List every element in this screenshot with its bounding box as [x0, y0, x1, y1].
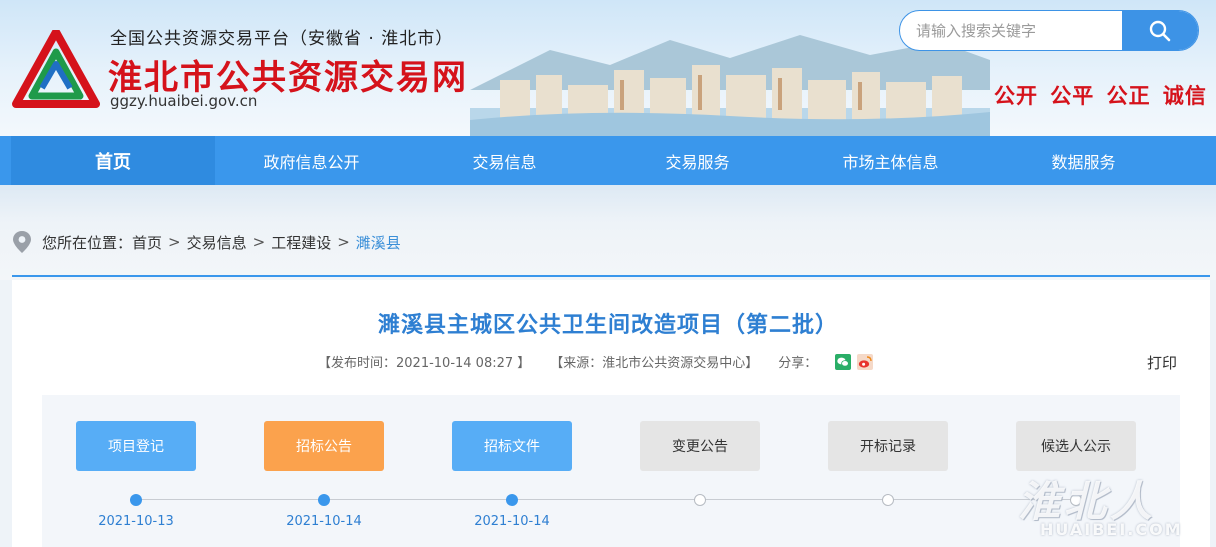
print-button[interactable]: 打印 [1147, 352, 1177, 373]
step-date: 2021-10-14 [474, 514, 550, 529]
step-candidate-publicity[interactable]: 候选人公示 [1016, 421, 1136, 471]
step-tender-notice[interactable]: 招标公告 [264, 421, 384, 471]
publish-time: 【发布时间：2021-10-14 08:27 】 [318, 356, 531, 371]
share-icons [835, 353, 874, 370]
step-project-register[interactable]: 项目登记 [76, 421, 196, 471]
timeline-dot-pending [882, 494, 894, 506]
article-source: 【来源：淮北市公共资源交易中心】 [550, 356, 759, 371]
site-domain: ggzy.huaibei.gov.cn [110, 92, 258, 110]
nav-item-gov-info[interactable]: 政府信息公开 [215, 136, 408, 185]
nav-item-market-entity[interactable]: 市场主体信息 [794, 136, 987, 185]
nav-item-home[interactable]: 首页 [11, 136, 215, 185]
breadcrumb-link-trade-info[interactable]: 交易信息 [187, 232, 247, 253]
platform-subtitle: 全国公共资源交易平台（安徽省 · 淮北市） [110, 29, 454, 49]
step-tender-documents[interactable]: 招标文件 [452, 421, 572, 471]
nav-item-data-service[interactable]: 数据服务 [987, 136, 1180, 185]
divider [12, 275, 1210, 277]
timeline-dot-done [130, 494, 142, 506]
search-input[interactable] [900, 11, 1124, 50]
site-slogan: 公开 公平 公正 诚信 [994, 84, 1207, 108]
article-meta: 【发布时间：2021-10-14 08:27 】 【来源：淮北市公共资源交易中心… [318, 352, 874, 371]
timeline-line [136, 499, 1076, 500]
step-bid-opening-record[interactable]: 开标记录 [828, 421, 948, 471]
wechat-share-icon[interactable] [835, 353, 852, 370]
breadcrumb-link-engineering[interactable]: 工程建设 [271, 232, 331, 253]
timeline-dot-done [318, 494, 330, 506]
share-label: 分享： [778, 356, 818, 371]
step-change-notice[interactable]: 变更公告 [640, 421, 760, 471]
breadcrumb-separator: > [252, 233, 266, 251]
breadcrumb-separator: > [168, 233, 181, 251]
search-icon [1149, 20, 1171, 41]
step-date: 2021-10-14 [286, 514, 362, 529]
breadcrumb: 您所在位置： 首页 > 交易信息 > 工程建设 > 濉溪县 [12, 229, 401, 255]
weibo-share-icon[interactable] [857, 353, 874, 370]
timeline-dot-pending [1070, 494, 1082, 506]
nav-item-trade-info[interactable]: 交易信息 [408, 136, 601, 185]
breadcrumb-link-home[interactable]: 首页 [132, 232, 162, 253]
step-date: 2021-10-13 [98, 514, 174, 529]
search-box [899, 10, 1199, 51]
timeline-dot-done [506, 494, 518, 506]
article-title: 濉溪县主城区公共卫生间改造项目（第二批） [377, 313, 838, 338]
location-pin-icon [13, 231, 31, 253]
breadcrumb-prefix: 您所在位置： [42, 233, 133, 252]
breadcrumb-current[interactable]: 濉溪县 [356, 232, 401, 253]
main-nav: 首页 政府信息公开 交易信息 交易服务 市场主体信息 数据服务 [0, 136, 1216, 185]
site-header: 全国公共资源交易平台（安徽省 · 淮北市） 淮北市公共资源交易网 ggzy.hu… [0, 0, 1216, 136]
timeline-dot-pending [694, 494, 706, 506]
site-logo-icon [12, 30, 100, 108]
project-steps-panel [42, 395, 1180, 547]
nav-item-trade-service[interactable]: 交易服务 [601, 136, 794, 185]
search-button[interactable] [1122, 11, 1198, 50]
breadcrumb-separator: > [337, 233, 350, 251]
